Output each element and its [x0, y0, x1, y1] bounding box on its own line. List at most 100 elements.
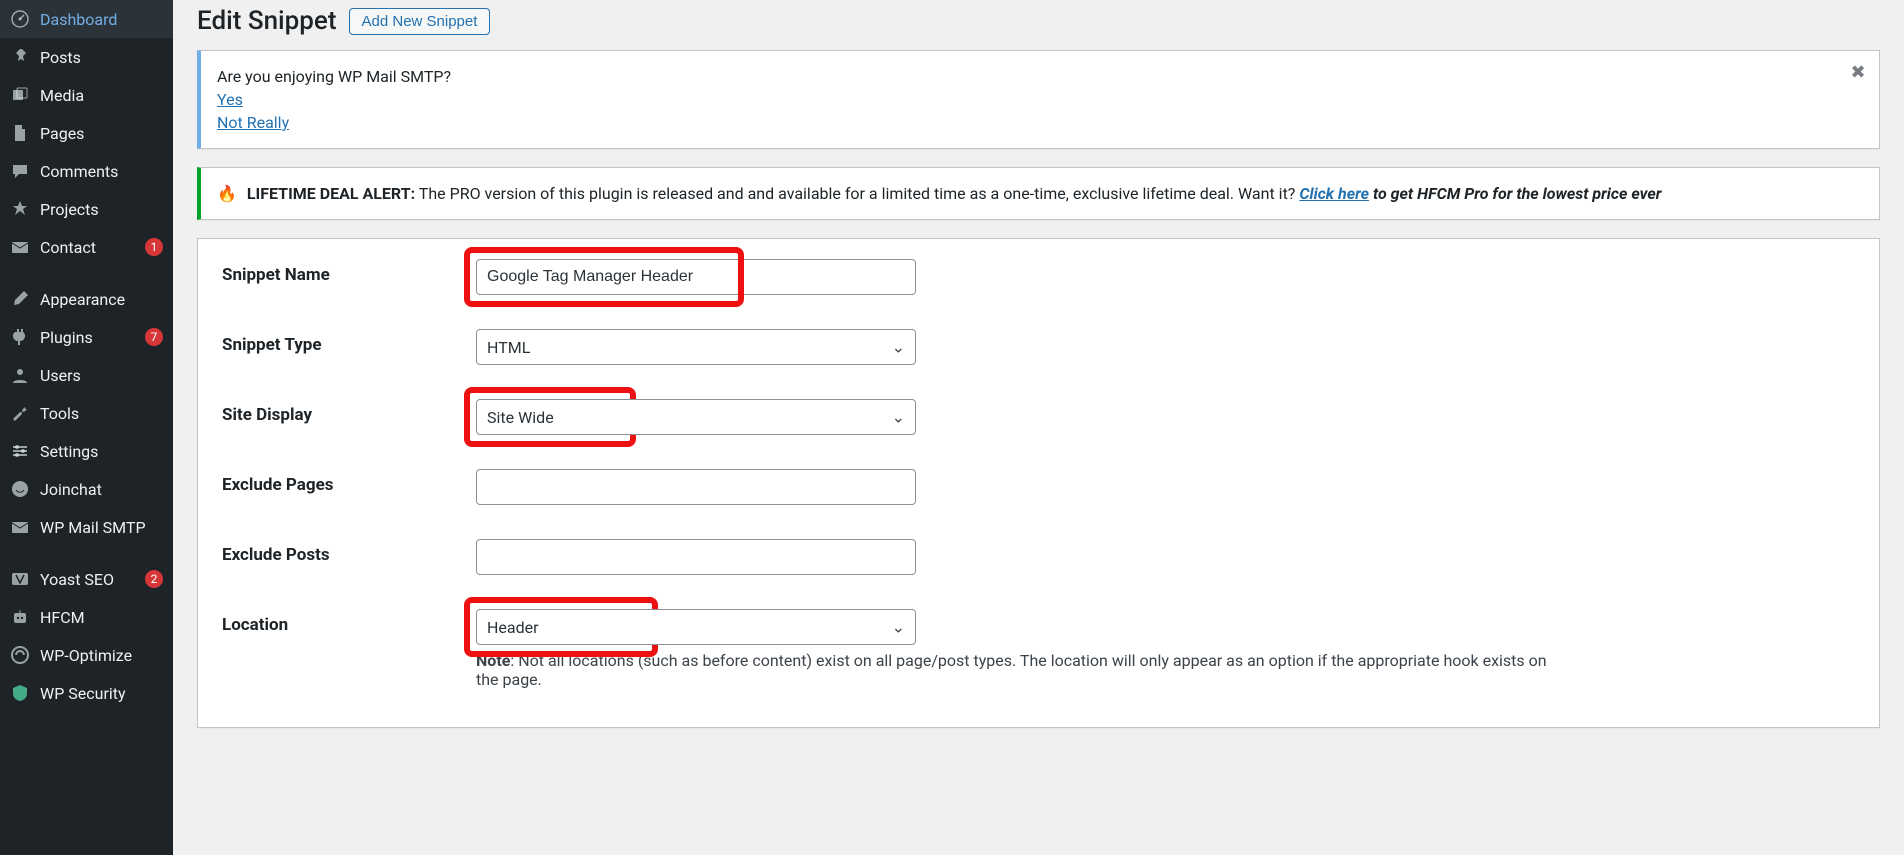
sidebar-item-label: Yoast SEO [40, 570, 139, 589]
sidebar-item-label: WP Mail SMTP [40, 518, 163, 537]
exclude-posts-input[interactable] [476, 539, 916, 575]
exclude-pages-input[interactable] [476, 469, 916, 505]
add-new-snippet-button[interactable]: Add New Snippet [349, 8, 491, 35]
site-display-select[interactable]: Site Wide ⌄ [476, 399, 916, 435]
snippet-form-panel: Snippet Name Snippet Type HTML ⌄ Site Di… [197, 238, 1880, 728]
notice-yes-link[interactable]: Yes [217, 90, 243, 109]
sidebar-item-wpsecurity[interactable]: WP Security [0, 674, 173, 712]
sidebar-item-label: Plugins [40, 328, 139, 347]
note-text: : Not all locations (such as before cont… [476, 651, 1547, 689]
badge: 1 [145, 238, 163, 256]
sidebar-item-label: Tools [40, 404, 163, 423]
sidebar-item-label: Users [40, 366, 163, 385]
label-snippet-type: Snippet Type [222, 329, 476, 355]
select-value: HTML [487, 338, 530, 357]
notice-no-link[interactable]: Not Really [217, 113, 289, 132]
select-value: Site Wide [487, 408, 554, 427]
mail-icon [10, 237, 30, 257]
notice-pro-suffix: to get HFCM Pro for the lowest price eve… [1369, 184, 1661, 203]
sidebar-item-wpmailsmtp[interactable]: WP Mail SMTP [0, 508, 173, 546]
location-select[interactable]: Header ⌄ [476, 609, 916, 645]
sidebar-item-media[interactable]: Media [0, 76, 173, 114]
dashboard-icon [10, 9, 30, 29]
sidebar-item-posts[interactable]: Posts [0, 38, 173, 76]
sidebar-item-label: Joinchat [40, 480, 163, 499]
sidebar-item-label: Comments [40, 162, 163, 181]
pages-icon [10, 123, 30, 143]
close-icon[interactable]: ✖ [1847, 61, 1869, 83]
sidebar-item-projects[interactable]: Projects [0, 190, 173, 228]
sidebar-item-pages[interactable]: Pages [0, 114, 173, 152]
row-snippet-name: Snippet Name [222, 259, 1855, 295]
sidebar-item-label: Pages [40, 124, 163, 143]
notice-smtp: Are you enjoying WP Mail SMTP? Yes Not R… [197, 50, 1880, 149]
comment-icon [10, 161, 30, 181]
location-help-text: Note: Not all locations (such as before … [476, 651, 1551, 689]
row-snippet-type: Snippet Type HTML ⌄ [222, 329, 1855, 365]
label-exclude-posts: Exclude Posts [222, 539, 476, 565]
envelope-icon [10, 517, 30, 537]
badge: 7 [145, 328, 163, 346]
sidebar-item-joinchat[interactable]: Joinchat [0, 470, 173, 508]
sidebar-item-label: Settings [40, 442, 163, 461]
sidebar-item-tools[interactable]: Tools [0, 394, 173, 432]
chevron-down-icon: ⌄ [892, 618, 905, 637]
sliders-icon [10, 441, 30, 461]
page-header: Edit Snippet Add New Snippet [197, 0, 1880, 50]
chat-icon [10, 479, 30, 499]
label-exclude-pages: Exclude Pages [222, 469, 476, 495]
notice-pro-prefix: LIFETIME DEAL ALERT: [247, 184, 415, 203]
sidebar-item-label: Appearance [40, 290, 163, 309]
notice-text: Are you enjoying WP Mail SMTP? [217, 67, 1839, 86]
sidebar-item-label: Posts [40, 48, 163, 67]
shield-icon [10, 683, 30, 703]
notice-pro-mid: The PRO version of this plugin is releas… [415, 184, 1299, 203]
sidebar-item-appearance[interactable]: Appearance [0, 280, 173, 318]
main-content: Edit Snippet Add New Snippet Are you enj… [173, 0, 1904, 855]
pin-icon [10, 47, 30, 67]
plug-icon [10, 327, 30, 347]
sidebar-item-label: WP-Optimize [40, 646, 163, 665]
sidebar-item-label: Contact [40, 238, 139, 257]
label-location: Location [222, 609, 476, 635]
sidebar-item-wpoptimize[interactable]: WP-Optimize [0, 636, 173, 674]
row-exclude-pages: Exclude Pages [222, 469, 1855, 505]
chevron-down-icon: ⌄ [892, 338, 905, 357]
sidebar-item-users[interactable]: Users [0, 356, 173, 394]
sidebar-item-hfcm[interactable]: HFCM [0, 598, 173, 636]
chevron-down-icon: ⌄ [892, 408, 905, 427]
sidebar-separator [0, 546, 173, 560]
fire-icon: 🔥 [217, 184, 237, 203]
click-here-link[interactable]: Click here [1299, 184, 1369, 203]
sidebar-item-plugins[interactable]: Plugins 7 [0, 318, 173, 356]
sidebar-item-label: Dashboard [40, 10, 163, 29]
badge: 2 [145, 570, 163, 588]
row-exclude-posts: Exclude Posts [222, 539, 1855, 575]
sidebar-item-comments[interactable]: Comments [0, 152, 173, 190]
media-icon [10, 85, 30, 105]
sidebar-item-contact[interactable]: Contact 1 [0, 228, 173, 266]
yoast-icon [10, 569, 30, 589]
sidebar-item-label: WP Security [40, 684, 163, 703]
page-title: Edit Snippet [197, 6, 337, 36]
snippet-type-select[interactable]: HTML ⌄ [476, 329, 916, 365]
label-site-display: Site Display [222, 399, 476, 425]
sidebar-item-dashboard[interactable]: Dashboard [0, 0, 173, 38]
admin-sidebar: Dashboard Posts Media Pages Comments Pro… [0, 0, 173, 855]
sidebar-separator [0, 266, 173, 280]
brush-icon [10, 289, 30, 309]
sidebar-item-yoast[interactable]: Yoast SEO 2 [0, 560, 173, 598]
sidebar-item-label: Projects [40, 200, 163, 219]
label-snippet-name: Snippet Name [222, 259, 476, 285]
sidebar-item-settings[interactable]: Settings [0, 432, 173, 470]
robot-icon [10, 607, 30, 627]
optimize-icon [10, 645, 30, 665]
sidebar-item-label: Media [40, 86, 163, 105]
note-label: Note [476, 651, 510, 670]
star-icon [10, 199, 30, 219]
row-site-display: Site Display Site Wide ⌄ [222, 399, 1855, 435]
highlight-annotation [470, 253, 738, 301]
user-icon [10, 365, 30, 385]
row-location: Location Header ⌄ Note: Not all location… [222, 609, 1855, 689]
wrench-icon [10, 403, 30, 423]
